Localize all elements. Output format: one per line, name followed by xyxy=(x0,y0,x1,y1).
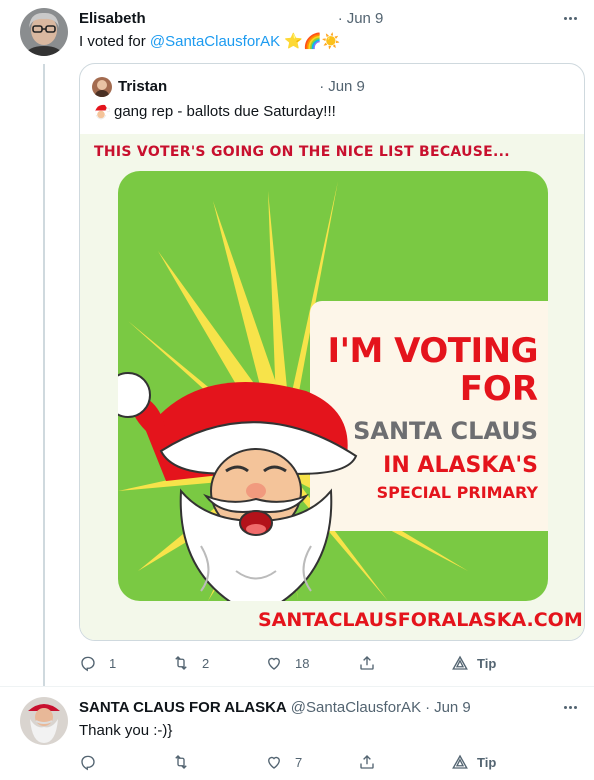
separator-dot: · xyxy=(337,10,343,27)
separator-dot: · xyxy=(319,78,325,95)
tip-label: Tip xyxy=(477,655,497,671)
tweet-text: I voted for @SantaClausforAK ⭐🌈☀️ xyxy=(79,32,340,52)
tweet-header: Elisabeth · Jun 9 xyxy=(79,10,383,27)
tweet-time[interactable]: Jun 9 xyxy=(434,699,471,716)
like-icon xyxy=(268,756,280,769)
tweet-time[interactable]: Jun 9 xyxy=(347,10,384,27)
share-button[interactable] xyxy=(358,752,451,772)
tweet-emoji: ⭐🌈☀️ xyxy=(284,33,341,50)
author-name[interactable]: SANTA CLAUS FOR ALASKA xyxy=(79,699,287,716)
reply-button[interactable]: 1 xyxy=(79,653,172,673)
santa-illustration xyxy=(118,372,358,601)
retweet-button[interactable] xyxy=(172,752,265,772)
poster-top-line: THIS VOTER'S GOING ON THE NICE LIST BECA… xyxy=(94,144,510,160)
retweet-count: 2 xyxy=(202,655,210,671)
share-icon xyxy=(360,755,374,769)
like-icon xyxy=(268,657,280,670)
more-icon[interactable] xyxy=(558,697,582,717)
tip-button[interactable]: Tip xyxy=(451,653,496,673)
tweet-actions: 1 2 18 Tip xyxy=(79,653,496,673)
reply-count: 1 xyxy=(109,655,117,671)
tweet-text: Thank you :-)} xyxy=(79,722,173,739)
tweet-elisabeth[interactable]: Elisabeth · Jun 9 I voted for @SantaClau… xyxy=(0,0,594,686)
like-button[interactable]: 18 xyxy=(265,653,358,673)
reply-icon xyxy=(81,656,95,672)
santa-emoji-icon xyxy=(95,104,110,120)
poster-line-1: I'M VOTING xyxy=(327,331,538,371)
tweet-actions: 7 Tip xyxy=(79,752,496,772)
tweet-text-prefix: I voted for xyxy=(79,33,150,50)
avatar-tristan[interactable] xyxy=(92,77,112,97)
tweet-header: SANTA CLAUS FOR ALASKA @SantaClausforAK … xyxy=(79,699,471,716)
retweet-icon xyxy=(175,656,187,670)
author-handle[interactable]: @SantaClausforAK xyxy=(291,699,421,716)
poster-green-panel: I'M VOTING FOR SANTA CLAUS IN ALASKA'S S… xyxy=(118,171,548,601)
tip-icon xyxy=(452,655,468,670)
tweet-santa-reply[interactable]: SANTA CLAUS FOR ALASKA @SantaClausforAK … xyxy=(0,686,594,780)
mention-link[interactable]: @SantaClausforAK xyxy=(150,33,280,50)
tip-button[interactable]: Tip xyxy=(451,752,496,772)
author-name[interactable]: Elisabeth xyxy=(79,10,146,27)
like-count: 18 xyxy=(295,655,310,671)
thread-connector xyxy=(43,64,45,686)
tip-label: Tip xyxy=(477,754,497,770)
quote-header: Tristan · Jun 9 xyxy=(118,78,365,95)
quote-author-name[interactable]: Tristan xyxy=(118,78,167,95)
tip-icon xyxy=(452,754,468,769)
campaign-poster-image[interactable]: THIS VOTER'S GOING ON THE NICE LIST BECA… xyxy=(80,134,584,640)
poster-line-2: FOR xyxy=(459,369,538,409)
poster-url: SANTACLAUSFORALASKA.COM xyxy=(258,609,583,631)
more-icon[interactable] xyxy=(558,8,582,28)
share-button[interactable] xyxy=(358,653,451,673)
share-icon xyxy=(360,656,374,670)
quote-time[interactable]: Jun 9 xyxy=(328,78,365,95)
retweet-icon xyxy=(175,755,187,769)
avatar-elisabeth[interactable] xyxy=(20,8,68,56)
poster-line-4: IN ALASKA'S xyxy=(383,453,538,478)
retweet-button[interactable]: 2 xyxy=(172,653,265,673)
quoted-tweet[interactable]: Tristan · Jun 9 gang rep - ballots due S… xyxy=(79,63,585,641)
quote-text: gang rep - ballots due Saturday!!! xyxy=(92,102,336,122)
reply-button[interactable] xyxy=(79,752,172,772)
avatar-santa[interactable] xyxy=(20,697,68,745)
like-count: 7 xyxy=(295,754,303,770)
quote-text-body: gang rep - ballots due Saturday!!! xyxy=(114,103,336,120)
separator-dot: · xyxy=(425,699,431,716)
like-button[interactable]: 7 xyxy=(265,752,358,772)
reply-icon xyxy=(81,755,95,771)
